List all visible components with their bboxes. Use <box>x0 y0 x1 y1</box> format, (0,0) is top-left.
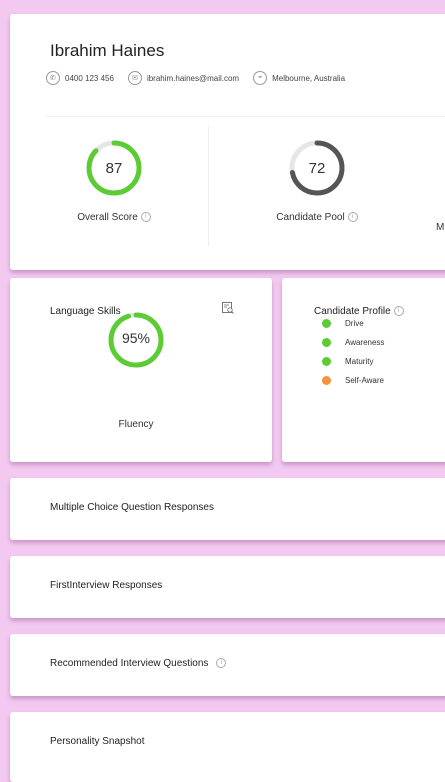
email-icon: ✉ <box>127 71 142 85</box>
list-item: Maturity <box>322 352 384 371</box>
section-title: Recommended Interview Questions <box>50 658 209 669</box>
list-item: Awareness <box>322 333 384 352</box>
info-icon[interactable]: i <box>393 306 404 317</box>
vertical-divider <box>208 126 209 246</box>
section-firstinterview[interactable]: FirstInterview Responses <box>10 556 445 618</box>
list-item: Drive <box>322 314 384 333</box>
language-skills-card: Language Skills 95% Fluency <box>10 278 272 462</box>
trait-label: Drive <box>345 319 364 328</box>
list-item: Self-Aware <box>322 371 384 390</box>
info-icon[interactable]: i <box>140 212 151 223</box>
status-dot <box>322 338 331 347</box>
status-dot <box>322 319 331 328</box>
candidate-name: Ibrahim Haines <box>50 41 165 60</box>
location-text: Melbourne, Australia <box>272 73 346 83</box>
status-dot <box>322 357 331 366</box>
candidate-pool-score: 72 Candidate Pool i <box>257 138 377 223</box>
section-title: Personality Snapshot <box>50 736 145 747</box>
trait-label: Maturity <box>345 357 374 366</box>
phone-icon: ✆ <box>46 71 60 85</box>
truncated-score-label: M <box>436 222 445 233</box>
status-dot <box>322 376 331 385</box>
overall-score-label: Overall Score <box>77 212 138 223</box>
section-recommended-questions[interactable]: Recommended Interview Questions i <box>10 634 445 696</box>
info-icon[interactable]: i <box>216 658 227 669</box>
email-text: ibrahim.haines@mail.com <box>146 73 240 83</box>
candidate-pool-label: Candidate Pool <box>276 212 345 223</box>
phone-text: 0400 123 456 <box>65 73 114 83</box>
fluency-gauge: 95% <box>106 310 166 370</box>
candidate-header-card: Ibrahim Haines ✆ 0400 123 456 ✉ ibrahim.… <box>10 14 445 270</box>
contact-location: ⌖ Melbourne, Australia <box>253 71 345 85</box>
trait-label: Awareness <box>345 338 385 347</box>
section-title: Multiple Choice Question Responses <box>50 502 214 513</box>
info-icon[interactable]: i <box>347 212 358 223</box>
candidate-profile-card: Candidate Profile i Drive Awareness Matur… <box>282 278 445 462</box>
profile-trait-list: Drive Awareness Maturity Self-Aware <box>322 314 384 390</box>
overall-score-value: 87 <box>105 160 123 177</box>
section-multiple-choice[interactable]: Multiple Choice Question Responses <box>10 478 445 540</box>
divider <box>46 116 445 117</box>
candidate-pool-value: 72 <box>308 160 326 177</box>
fluency-label: Fluency <box>118 419 154 430</box>
contact-row: ✆ 0400 123 456 ✉ ibrahim.haines@mail.com… <box>46 71 359 85</box>
section-title: FirstInterview Responses <box>50 580 163 591</box>
contact-phone[interactable]: ✆ 0400 123 456 <box>46 71 114 85</box>
fluency-value: 95% <box>121 330 151 346</box>
contact-email[interactable]: ✉ ibrahim.haines@mail.com <box>127 71 240 85</box>
overall-score: 87 Overall Score i <box>54 138 174 223</box>
location-icon: ⌖ <box>253 71 268 85</box>
trait-label: Self-Aware <box>345 376 384 385</box>
report-icon[interactable] <box>222 302 234 314</box>
section-personality-snapshot[interactable]: Personality Snapshot <box>10 712 445 782</box>
